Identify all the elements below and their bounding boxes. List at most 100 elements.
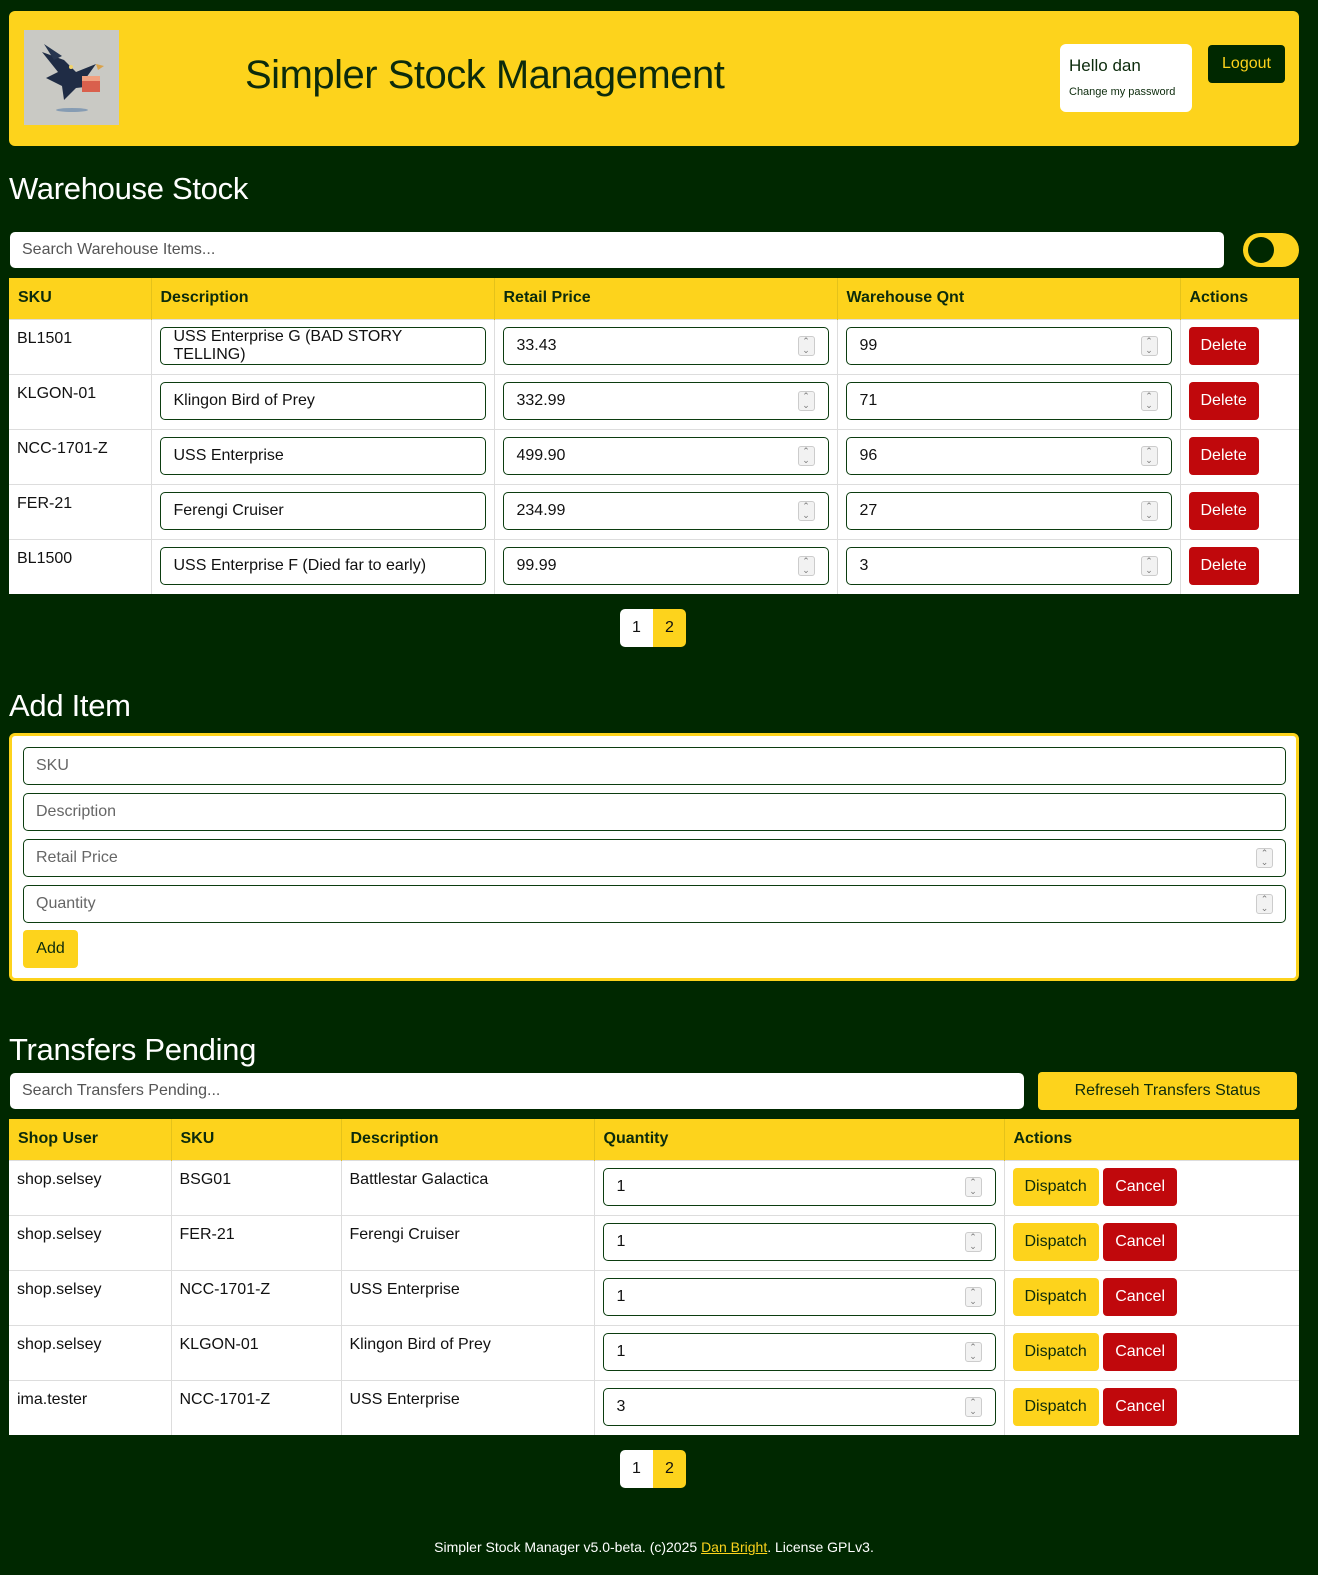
sku-cell: BSG01 xyxy=(171,1159,342,1215)
column-header-description: Description xyxy=(341,1119,595,1160)
column-header-warehouse-qnt: Warehouse Qnt xyxy=(837,278,1181,319)
retail-price-input[interactable]: 33.43 ⌃ ⌄ xyxy=(502,326,829,365)
sku-cell: KLGON-01 xyxy=(9,373,152,429)
description-input[interactable]: USS Enterprise G (BAD STORY TELLING) xyxy=(159,326,486,365)
table-row: shop.selsey FER-21 Ferengi Cruiser 1 ⌃ ⌄ D… xyxy=(9,1214,1299,1270)
delete-button[interactable]: Delete xyxy=(1188,491,1259,530)
delete-button[interactable]: Delete xyxy=(1188,546,1259,585)
user-panel: Hello dan Change my password xyxy=(1060,44,1192,112)
dispatch-button[interactable]: Dispatch xyxy=(1012,1222,1099,1261)
warehouse-heading: Warehouse Stock xyxy=(9,171,249,206)
quantity-input[interactable]: 27 ⌃ ⌄ xyxy=(845,491,1172,530)
spinner-icon[interactable]: ⌃ ⌄ xyxy=(797,445,815,466)
column-header-quantity: Quantity xyxy=(594,1119,1005,1160)
description-input[interactable]: USS Enterprise xyxy=(159,436,486,475)
page-button-1[interactable]: 1 xyxy=(620,609,653,647)
delete-button[interactable]: Delete xyxy=(1188,326,1259,365)
spinner-icon[interactable]: ⌃ ⌄ xyxy=(964,1396,982,1417)
cancel-button[interactable]: Cancel xyxy=(1103,1277,1178,1316)
author-link[interactable]: Dan Bright xyxy=(701,1539,767,1555)
spinner-icon[interactable]: ⌃ ⌄ xyxy=(1140,555,1158,576)
quantity-input[interactable]: 1 ⌃ ⌄ xyxy=(602,1222,996,1261)
description-input[interactable]: Ferengi Cruiser xyxy=(159,491,486,530)
spinner-icon[interactable]: ⌃ ⌄ xyxy=(797,335,815,356)
description-cell: USS Enterprise xyxy=(341,1379,595,1435)
spinner-icon[interactable]: ⌃ ⌄ xyxy=(964,1341,982,1362)
retail-price-input[interactable]: 332.99 ⌃ ⌄ xyxy=(502,381,829,420)
description-input[interactable]: Description xyxy=(23,793,1286,831)
quantity-input[interactable]: 71 ⌃ ⌄ xyxy=(845,381,1172,420)
app-header: Simpler Stock Management Hello dan Chang… xyxy=(9,11,1299,146)
logout-button[interactable]: Logout xyxy=(1208,45,1285,83)
spinner-icon[interactable]: ⌃ ⌄ xyxy=(964,1286,982,1307)
transfers-pagination: 1 2 xyxy=(620,1450,686,1488)
dispatch-button[interactable]: Dispatch xyxy=(1012,1332,1099,1371)
dispatch-button[interactable]: Dispatch xyxy=(1012,1277,1099,1316)
transfers-search-input[interactable]: Search Transfers Pending... xyxy=(10,1073,1024,1109)
table-row: BL1501 USS Enterprise G (BAD STORY TELLI… xyxy=(9,318,1299,374)
quantity-input[interactable]: 96 ⌃ ⌄ xyxy=(845,436,1172,475)
sku-cell: NCC-1701-Z xyxy=(171,1379,342,1435)
quantity-input[interactable]: 99 ⌃ ⌄ xyxy=(845,326,1172,365)
cancel-button[interactable]: Cancel xyxy=(1103,1167,1178,1206)
retail-price-input[interactable]: Retail Price ⌃ ⌄ xyxy=(23,839,1286,877)
page-button-2[interactable]: 2 xyxy=(653,1450,686,1488)
retail-price-input[interactable]: 234.99 ⌃ ⌄ xyxy=(502,491,829,530)
table-header-row: SKU Description Retail Price Warehouse Q… xyxy=(9,278,1299,319)
dispatch-button[interactable]: Dispatch xyxy=(1012,1167,1099,1206)
column-header-actions: Actions xyxy=(1180,278,1299,319)
description-input[interactable]: Klingon Bird of Prey xyxy=(159,381,486,420)
column-header-sku: SKU xyxy=(171,1119,342,1160)
spinner-icon[interactable]: ⌃ ⌄ xyxy=(797,555,815,576)
shop-user-cell: shop.selsey xyxy=(9,1214,172,1270)
sku-cell: BL1501 xyxy=(9,318,152,374)
refresh-transfers-button[interactable]: Refreseh Transfers Status xyxy=(1038,1072,1297,1110)
delete-button[interactable]: Delete xyxy=(1188,436,1259,475)
description-input[interactable]: USS Enterprise F (Died far to early) xyxy=(159,546,486,585)
spinner-icon[interactable]: ⌃ ⌄ xyxy=(1140,500,1158,521)
sku-cell: KLGON-01 xyxy=(171,1324,342,1380)
spinner-icon[interactable]: ⌃ ⌄ xyxy=(1140,335,1158,356)
dispatch-button[interactable]: Dispatch xyxy=(1012,1387,1099,1426)
spinner-icon[interactable]: ⌃ ⌄ xyxy=(1140,445,1158,466)
warehouse-search-input[interactable]: Search Warehouse Items... xyxy=(10,232,1224,268)
delete-button[interactable]: Delete xyxy=(1188,381,1259,420)
add-button[interactable]: Add xyxy=(23,930,78,968)
footer-suffix: . License GPLv3. xyxy=(767,1539,874,1555)
table-row: FER-21 Ferengi Cruiser 234.99 ⌃ ⌄ 27 ⌃ ⌄ Del… xyxy=(9,483,1299,539)
retail-price-input[interactable]: 99.99 ⌃ ⌄ xyxy=(502,546,829,585)
cancel-button[interactable]: Cancel xyxy=(1103,1222,1178,1261)
quantity-input[interactable]: 3 ⌃ ⌄ xyxy=(602,1387,996,1426)
footer: Simpler Stock Manager v5.0-beta. (c)2025… xyxy=(0,1539,1308,1555)
theme-toggle[interactable] xyxy=(1243,233,1299,267)
column-header-description: Description xyxy=(151,278,495,319)
quantity-input[interactable]: 1 ⌃ ⌄ xyxy=(602,1277,996,1316)
greeting-text: Hello dan xyxy=(1069,56,1141,75)
spinner-icon[interactable]: ⌃ ⌄ xyxy=(797,500,815,521)
spinner-icon[interactable]: ⌃ ⌄ xyxy=(1256,894,1273,914)
quantity-input[interactable]: 3 ⌃ ⌄ xyxy=(845,546,1172,585)
sku-cell: FER-21 xyxy=(171,1214,342,1270)
description-cell: Klingon Bird of Prey xyxy=(341,1324,595,1380)
sku-input[interactable]: SKU xyxy=(23,747,1286,785)
quantity-input[interactable]: Quantity ⌃ ⌄ xyxy=(23,885,1286,923)
change-password-link[interactable]: Change my password xyxy=(1069,86,1175,98)
app-logo xyxy=(24,30,119,125)
spinner-icon[interactable]: ⌃ ⌄ xyxy=(964,1231,982,1252)
cancel-button[interactable]: Cancel xyxy=(1103,1387,1178,1426)
spinner-icon[interactable]: ⌃ ⌄ xyxy=(964,1176,982,1197)
shop-user-cell: shop.selsey xyxy=(9,1269,172,1325)
spinner-icon[interactable]: ⌃ ⌄ xyxy=(1140,390,1158,411)
quantity-input[interactable]: 1 ⌃ ⌄ xyxy=(602,1167,996,1206)
page-button-1[interactable]: 1 xyxy=(620,1450,653,1488)
spinner-icon[interactable]: ⌃ ⌄ xyxy=(1256,848,1273,868)
description-cell: Battlestar Galactica xyxy=(341,1159,595,1215)
spinner-icon[interactable]: ⌃ ⌄ xyxy=(797,390,815,411)
cancel-button[interactable]: Cancel xyxy=(1103,1332,1178,1371)
retail-price-input[interactable]: 499.90 ⌃ ⌄ xyxy=(502,436,829,475)
shop-user-cell: ima.tester xyxy=(9,1379,172,1435)
page-button-2[interactable]: 2 xyxy=(653,609,686,647)
quantity-input[interactable]: 1 ⌃ ⌄ xyxy=(602,1332,996,1371)
shop-user-cell: shop.selsey xyxy=(9,1324,172,1380)
table-row: shop.selsey KLGON-01 Klingon Bird of Pre… xyxy=(9,1324,1299,1380)
